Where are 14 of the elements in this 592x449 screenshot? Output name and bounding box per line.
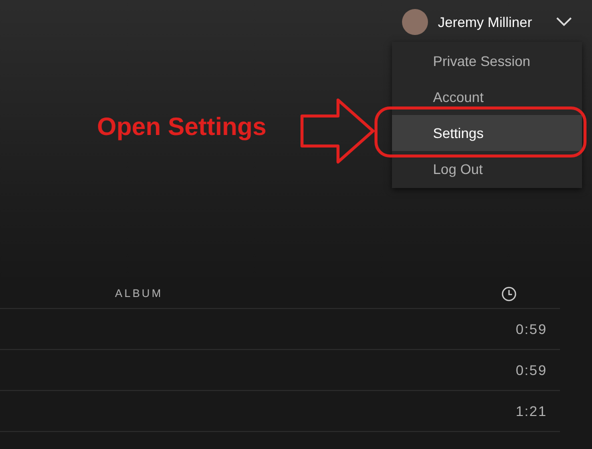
menu-item[interactable]: Private Session [392, 43, 582, 79]
arrow-outline-icon [300, 97, 376, 165]
menu-item[interactable]: Log Out [392, 151, 582, 187]
menu-item[interactable]: Account [392, 79, 582, 115]
user-name: Jeremy Milliner [438, 14, 532, 30]
track-duration: 0:59 [516, 321, 547, 337]
column-header[interactable]: ALBUM [115, 288, 501, 300]
user-avatar [402, 9, 428, 35]
menu-item[interactable]: Settings [392, 115, 582, 151]
track-duration: 0:59 [516, 362, 547, 378]
clock-icon [501, 286, 517, 302]
chevron-down-icon[interactable] [556, 17, 572, 27]
track-duration: 1:21 [516, 403, 547, 419]
annotation-text: Open Settings [97, 113, 266, 142]
